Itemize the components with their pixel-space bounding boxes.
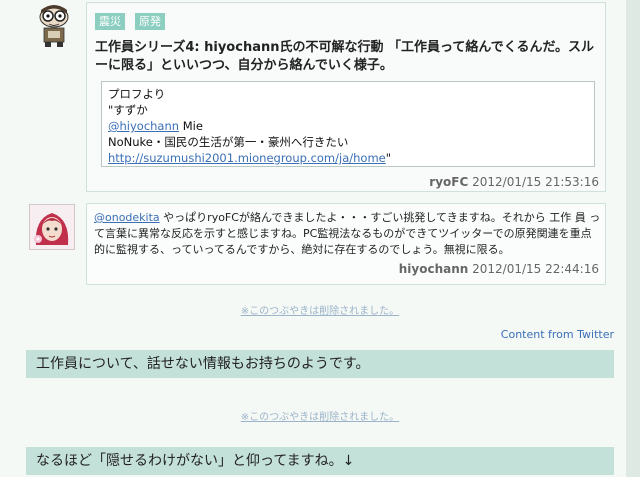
quote-line: プロフより [108, 87, 166, 101]
tweet-text: @onodekita やっぱりryoFCが絡んできましたよ・・・すごい挑発してき… [94, 210, 602, 258]
anime-avatar-icon [30, 205, 74, 249]
deleted-tweet-notice[interactable]: ※このつぶやきは削除されました。 [0, 408, 640, 423]
avatar-hiyochann[interactable] [29, 204, 75, 250]
tag-badge[interactable]: 震災 [95, 13, 125, 30]
url-link[interactable]: http://suzumushi2001.mionegroup.com/ja/h… [108, 151, 386, 165]
tweet-text: 工作員シリーズ4: hiyochann氏の不可解な行動 「工作員って絡んでくるん… [95, 40, 595, 73]
tag-badge[interactable]: 原発 [135, 13, 165, 30]
content-from-twitter-link[interactable]: Content from Twitter [501, 328, 614, 341]
tweet-meta: ryoFC 2012/01/15 21:53:16 [429, 175, 599, 189]
scrollbar-track[interactable] [626, 0, 640, 477]
quote-text: " [385, 151, 392, 165]
deleted-tweet-notice[interactable]: ※このつぶやきは削除されました。 [0, 302, 640, 317]
timestamp-link[interactable]: 2012/01/15 22:44:16 [472, 262, 599, 276]
tweet-body: やっぱりryoFCが絡んできましたよ・・・すごい挑発してきますね。それから 工作… [94, 211, 601, 256]
mention-link[interactable]: @onodekita [94, 211, 160, 224]
quote-line: http://suzumushi2001.mionegroup.com/ja/h… [108, 150, 588, 166]
comment-bar: 工作員について、話せない情報もお持ちのようです。 [26, 350, 614, 378]
quote-line: "すずか [108, 103, 148, 117]
quote-text: Mie [179, 119, 203, 133]
username-link[interactable]: ryoFC [429, 175, 468, 189]
quote-line: @hiyochann Mie [108, 118, 588, 134]
cartoon-avatar-icon [39, 5, 69, 47]
quote-line: NoNuke・国民の生活が第一・豪州へ行きたい [108, 135, 349, 149]
avatar-ryofc[interactable] [30, 2, 78, 48]
quoted-profile-box: プロフより "すずか @hiyochann Mie NoNuke・国民の生活が第… [101, 81, 595, 167]
username-link[interactable]: hiyochann [399, 262, 469, 276]
tweet-card: 震災 原発 工作員シリーズ4: hiyochann氏の不可解な行動 「工作員って… [86, 2, 606, 192]
tweet-card: @onodekita やっぱりryoFCが絡んできましたよ・・・すごい挑発してき… [86, 203, 606, 285]
tweet-meta: hiyochann 2012/01/15 22:44:16 [399, 262, 599, 276]
comment-bar: なるほど「隠せるわけがない」と仰ってますね。↓ [26, 447, 614, 475]
mention-link[interactable]: @hiyochann [108, 119, 179, 133]
page: 震災 原発 工作員シリーズ4: hiyochann氏の不可解な行動 「工作員って… [0, 0, 640, 477]
timestamp-link[interactable]: 2012/01/15 21:53:16 [472, 175, 599, 189]
